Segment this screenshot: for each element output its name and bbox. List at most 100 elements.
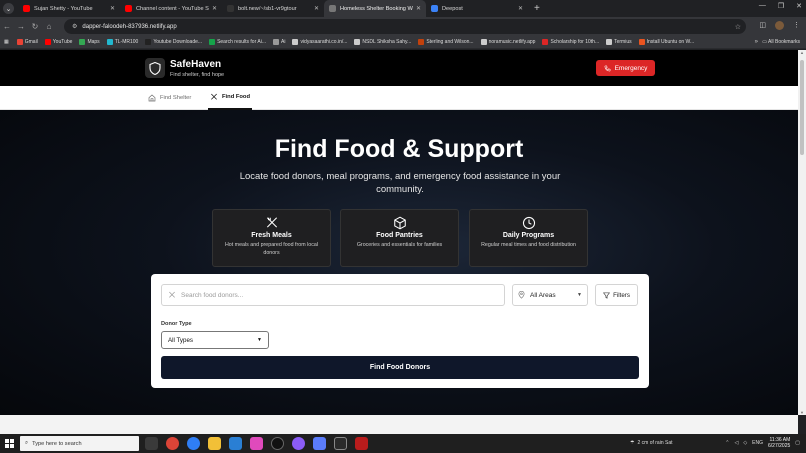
shield-icon bbox=[149, 61, 161, 75]
browser-tab[interactable]: Sujan Shetty - YouTube ✕ bbox=[18, 0, 120, 17]
search-panel: All Areas ▼ Filters Donor Type All Types… bbox=[151, 274, 649, 388]
menu-icon[interactable]: ⋮ bbox=[793, 21, 800, 30]
system-tray: ⌃ ◁ ◇ ENG 11:36 AM 6/27/2025 ▢ bbox=[725, 437, 800, 449]
logo[interactable] bbox=[145, 58, 165, 78]
page-scrollbar[interactable]: ▲ ▼ bbox=[798, 50, 806, 415]
bookmark-item[interactable]: Install Ubuntu on W... bbox=[638, 39, 694, 45]
browser-tab[interactable]: bolt.new/~/sb1-vr9gtour ✕ bbox=[222, 0, 324, 17]
filters-button[interactable]: Filters bbox=[595, 284, 638, 306]
minimize-icon[interactable]: — bbox=[759, 2, 766, 10]
network-icon[interactable]: ◇ bbox=[743, 440, 747, 446]
windows-start-icon[interactable] bbox=[5, 439, 14, 448]
bookmarks-overflow[interactable]: » bbox=[755, 39, 758, 45]
reload-icon[interactable]: ↻ bbox=[28, 22, 42, 31]
donor-type-select[interactable]: All Types ▼ bbox=[161, 331, 269, 349]
app-icon[interactable] bbox=[355, 437, 368, 450]
bookmark-favicon-icon bbox=[480, 39, 487, 45]
bookmark-item[interactable]: Youtube Downloade... bbox=[145, 39, 202, 45]
edge-icon[interactable] bbox=[187, 437, 200, 450]
speaker-icon[interactable]: ◁ bbox=[734, 440, 738, 446]
bookmark-item[interactable]: Ai bbox=[272, 39, 285, 45]
bookmark-star-icon[interactable]: ☆ bbox=[735, 23, 741, 31]
bookmark-favicon-icon bbox=[606, 39, 613, 45]
tab-find-shelter[interactable]: Find Shelter bbox=[148, 86, 191, 110]
tab-find-shelter-label: Find Shelter bbox=[160, 95, 192, 101]
card-title: Fresh Meals bbox=[251, 232, 292, 239]
extensions-icon[interactable]: ◫ bbox=[759, 21, 766, 30]
bookmark-item[interactable]: noramusic.netlify.app bbox=[480, 39, 535, 45]
app-icon[interactable] bbox=[313, 437, 326, 450]
scrollbar-thumb[interactable] bbox=[800, 60, 804, 155]
close-tab-icon[interactable]: ✕ bbox=[416, 5, 421, 12]
bookmark-label: Sterling and Wilson... bbox=[426, 39, 474, 45]
area-select-value: All Areas bbox=[530, 291, 556, 299]
bookmark-label: Gmail bbox=[24, 39, 38, 45]
tab-title: Deepost bbox=[442, 5, 463, 12]
chrome-icon[interactable] bbox=[166, 437, 179, 450]
bookmark-favicon-icon bbox=[292, 39, 299, 45]
favicon-icon bbox=[23, 5, 30, 12]
bookmark-item[interactable]: Maps bbox=[79, 39, 100, 45]
bookmark-item[interactable]: Search results for Ai... bbox=[209, 39, 266, 45]
filter-icon bbox=[603, 292, 611, 299]
app-icon[interactable] bbox=[250, 437, 263, 450]
terminal-icon[interactable] bbox=[334, 437, 347, 450]
close-tab-icon[interactable]: ✕ bbox=[212, 5, 217, 12]
new-tab-button[interactable]: + bbox=[534, 3, 540, 14]
bookmark-item[interactable]: Termius bbox=[606, 39, 632, 45]
search-icon: ⌕ bbox=[25, 440, 29, 446]
scroll-up-icon[interactable]: ▲ bbox=[798, 50, 806, 55]
github-icon[interactable] bbox=[271, 437, 284, 450]
utensils-icon bbox=[211, 93, 217, 100]
find-food-donors-button[interactable]: Find Food Donors bbox=[161, 356, 639, 379]
browser-tab-strip: ⌄ Sujan Shetty - YouTube ✕ Channel content… bbox=[0, 0, 806, 17]
tab-find-food[interactable]: Find Food bbox=[208, 86, 253, 110]
app-icon[interactable] bbox=[292, 437, 305, 450]
tab-find-food-label: Find Food bbox=[222, 94, 251, 100]
bookmark-item[interactable]: Sterling and Wilson... bbox=[418, 39, 474, 45]
favicon-icon bbox=[227, 5, 234, 12]
favicon-icon bbox=[329, 5, 336, 12]
bookmark-item[interactable]: NSDL Shiksha Sahy... bbox=[354, 39, 411, 45]
notifications-icon[interactable]: ▢ bbox=[795, 440, 800, 446]
browser-tab[interactable]: Deepost ✕ bbox=[426, 0, 528, 17]
close-tab-icon[interactable]: ✕ bbox=[314, 5, 319, 12]
back-icon[interactable]: ← bbox=[0, 22, 14, 31]
emergency-button[interactable]: Emergency bbox=[596, 60, 655, 76]
search-box[interactable] bbox=[161, 284, 505, 306]
browser-tab[interactable]: Channel content - YouTube Stu ✕ bbox=[120, 0, 222, 17]
tab-title: Sujan Shetty - YouTube bbox=[34, 5, 93, 12]
profile-avatar[interactable] bbox=[775, 21, 784, 30]
maximize-icon[interactable]: ❐ bbox=[778, 2, 784, 10]
file-explorer-icon[interactable] bbox=[208, 437, 221, 450]
bookmark-item[interactable]: Gmail bbox=[16, 39, 38, 45]
weather-widget[interactable]: ☂ 2 cm of rain Sat bbox=[630, 440, 673, 446]
area-select[interactable]: All Areas ▼ bbox=[512, 284, 588, 306]
home-icon[interactable]: ⌂ bbox=[42, 22, 56, 31]
browser-tab[interactable]: Homeless Shelter Booking Web ✕ bbox=[324, 0, 426, 17]
favicon-icon bbox=[431, 5, 438, 12]
window-controls: — ❐ ✕ bbox=[759, 2, 802, 10]
close-window-icon[interactable]: ✕ bbox=[796, 2, 802, 10]
close-tab-icon[interactable]: ✕ bbox=[518, 5, 523, 12]
address-bar[interactable]: ⚙ dapper-faloodeh-837936.netlify.app ☆ bbox=[64, 19, 746, 34]
clock[interactable]: 11:36 AM 6/27/2025 bbox=[768, 437, 790, 449]
bookmark-item[interactable]: TL-MR100 bbox=[106, 39, 138, 45]
chevron-up-icon[interactable]: ⌃ bbox=[725, 440, 729, 446]
bookmark-item[interactable]: YouTube bbox=[44, 39, 72, 45]
vscode-icon[interactable] bbox=[229, 437, 242, 450]
bookmark-item[interactable]: Scholarship for 10th... bbox=[542, 39, 599, 45]
windows-taskbar: ⌕ Type here to search ☂ 2 cm of rain Sat… bbox=[0, 434, 806, 453]
bookmark-item[interactable]: vidyasaarathi.co.in/... bbox=[292, 39, 347, 45]
all-bookmarks-button[interactable]: ▭ All Bookmarks bbox=[762, 39, 800, 45]
forward-icon[interactable]: → bbox=[14, 22, 28, 31]
tab-search-dropdown[interactable]: ⌄ bbox=[3, 3, 14, 14]
task-view-icon[interactable] bbox=[145, 437, 158, 450]
search-input[interactable] bbox=[181, 291, 481, 299]
language-indicator[interactable]: ENG bbox=[752, 440, 763, 446]
taskbar-search[interactable]: ⌕ Type here to search bbox=[20, 436, 139, 451]
close-tab-icon[interactable]: ✕ bbox=[110, 5, 115, 12]
site-info-icon[interactable]: ⚙ bbox=[72, 23, 77, 30]
scroll-down-icon[interactable]: ▼ bbox=[798, 410, 806, 415]
apps-icon[interactable]: ▦ bbox=[4, 39, 9, 45]
